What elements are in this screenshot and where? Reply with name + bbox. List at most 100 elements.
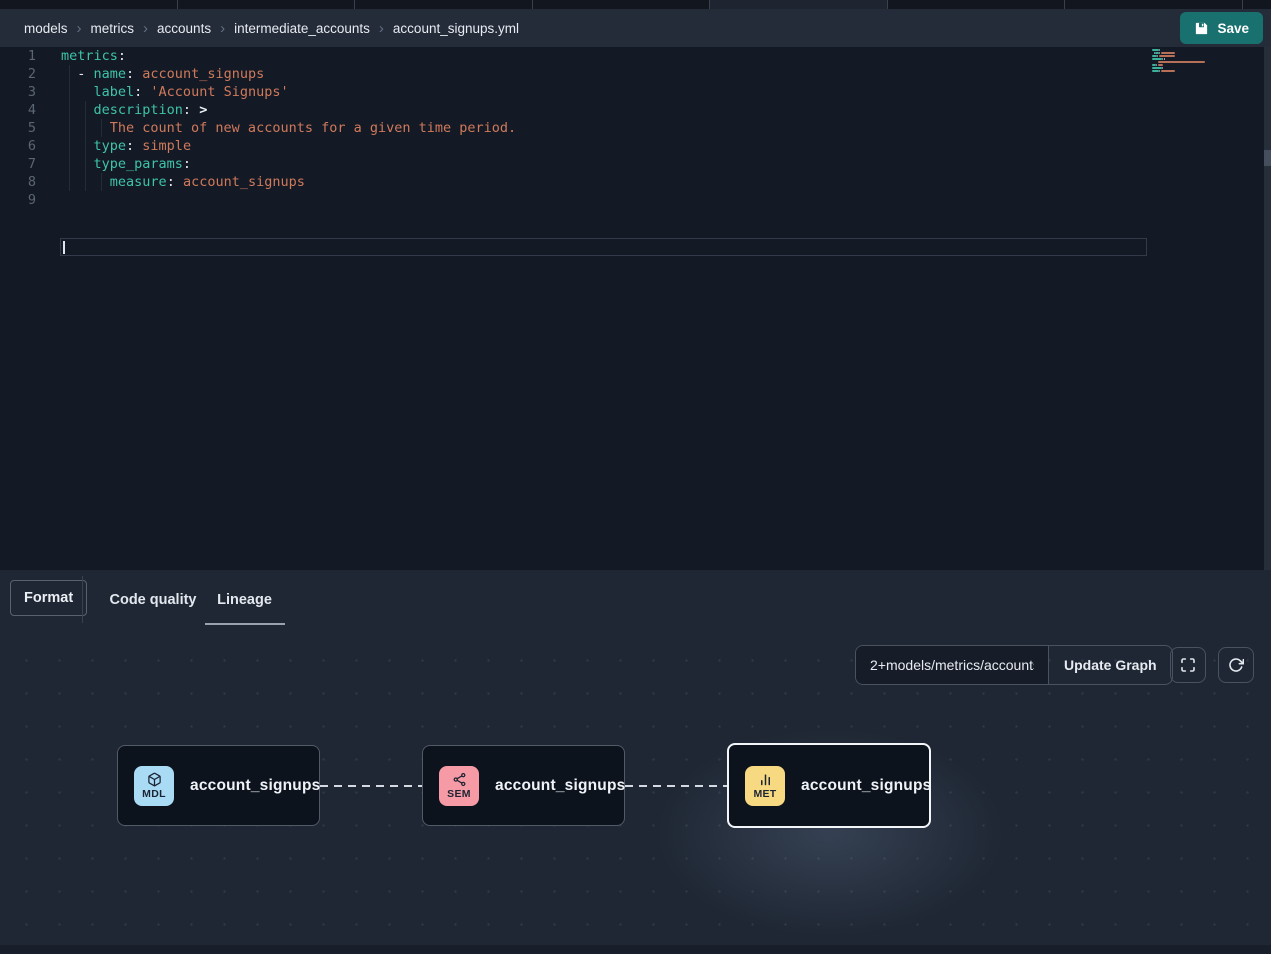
refresh-icon xyxy=(1228,657,1244,673)
code-token: > xyxy=(191,102,207,118)
node-label: account_signups xyxy=(190,777,320,795)
minimap-line xyxy=(1152,64,1214,66)
tab-code-quality[interactable]: Code quality xyxy=(103,570,203,630)
format-button[interactable]: Format xyxy=(10,580,87,616)
file-tab[interactable] xyxy=(1065,0,1243,9)
code-token xyxy=(61,138,94,154)
update-graph-button[interactable]: Update Graph xyxy=(1048,646,1172,684)
breadcrumb: models › metrics › accounts › intermediate_acc… xyxy=(0,21,519,36)
code-token: The count of new accounts for a given ti… xyxy=(61,120,516,136)
minimap[interactable] xyxy=(1152,49,1214,76)
code-editor[interactable]: 1metrics:2 - name: account_signups3 labe… xyxy=(0,47,1271,570)
code-token: label xyxy=(94,84,135,100)
code-line[interactable]: 7 type_params: xyxy=(0,155,1271,173)
minimap-token xyxy=(1152,70,1159,72)
code-line[interactable]: 6 type: simple xyxy=(0,137,1271,155)
line-number: 8 xyxy=(0,173,36,191)
minimap-token xyxy=(1161,52,1175,54)
code-line[interactable]: 9 xyxy=(0,191,1271,209)
file-tab[interactable] xyxy=(533,0,711,9)
chevron-right-icon: › xyxy=(143,21,148,36)
minimap-token xyxy=(1159,70,1160,72)
node-label: account_signups xyxy=(801,777,931,795)
file-tab[interactable] xyxy=(888,0,1066,9)
fullscreen-button[interactable] xyxy=(1170,647,1206,683)
code-lines: 1metrics:2 - name: account_signups3 labe… xyxy=(0,47,1271,209)
code-text: measure: account_signups xyxy=(61,173,305,191)
lineage-node-met[interactable]: MET account_signups xyxy=(727,743,931,828)
code-line[interactable]: 5 The count of new accounts for a given … xyxy=(0,119,1271,137)
cursor-line-highlight xyxy=(60,238,1147,256)
file-tab[interactable] xyxy=(0,0,178,9)
code-token: : xyxy=(126,138,134,154)
code-text: type: simple xyxy=(61,137,191,155)
editor-scrollbar[interactable] xyxy=(1264,47,1271,570)
code-line[interactable]: 4 description: > xyxy=(0,101,1271,119)
code-text: - name: account_signups xyxy=(61,65,264,83)
minimap-token xyxy=(1159,49,1160,51)
minimap-token xyxy=(1162,58,1163,60)
code-token: : xyxy=(126,66,134,82)
code-token: metrics xyxy=(61,48,118,64)
breadcrumb-item[interactable]: account_signups.yml xyxy=(393,21,519,36)
breadcrumb-item[interactable]: metrics xyxy=(91,21,135,36)
node-type-label: SEM xyxy=(447,788,471,800)
line-number: 5 xyxy=(0,119,36,137)
lineage-edge xyxy=(625,785,727,787)
file-tab[interactable] xyxy=(1243,0,1271,9)
lineage-canvas[interactable]: MDL account_signups SEMaccount_signups MET a… xyxy=(0,630,1271,945)
code-token: description xyxy=(94,102,183,118)
code-token: name xyxy=(94,66,127,82)
save-button[interactable]: Save xyxy=(1180,12,1263,44)
breadcrumb-item[interactable]: intermediate_accounts xyxy=(234,21,370,36)
scrollbar-thumb[interactable] xyxy=(1264,150,1271,166)
bar-chart-icon xyxy=(758,772,773,787)
line-number: 4 xyxy=(0,101,36,119)
lineage-edge xyxy=(320,785,422,787)
lineage-node-mdl[interactable]: MDL account_signups xyxy=(117,745,320,826)
minimap-token xyxy=(1152,49,1159,51)
minimap-token xyxy=(1159,52,1160,54)
refresh-button[interactable] xyxy=(1218,647,1254,683)
lineage-selector-input[interactable] xyxy=(856,646,1048,684)
breadcrumb-item[interactable]: models xyxy=(24,21,68,36)
chevron-right-icon: › xyxy=(379,21,384,36)
code-token: : xyxy=(183,102,191,118)
node-type-badge: SEM xyxy=(439,766,479,806)
breadcrumb-item[interactable]: accounts xyxy=(157,21,211,36)
code-token xyxy=(61,102,94,118)
code-token: : xyxy=(183,156,191,172)
code-line[interactable]: 3 label: 'Account Signups' xyxy=(0,83,1271,101)
code-line[interactable]: 8 measure: account_signups xyxy=(0,173,1271,191)
code-token: account_signups xyxy=(175,174,305,190)
node-type-badge: MET xyxy=(745,766,785,806)
lineage-node-sem[interactable]: SEMaccount_signups xyxy=(422,745,625,826)
panel-header: Format Code quality Lineage xyxy=(0,570,1271,630)
file-tab[interactable] xyxy=(178,0,356,9)
minimap-line xyxy=(1152,70,1214,72)
line-number: 1 xyxy=(0,47,36,65)
minimap-token xyxy=(1157,55,1158,57)
code-token: - xyxy=(61,66,94,82)
indent-guide xyxy=(69,65,70,191)
node-type-label: MDL xyxy=(142,788,166,800)
minimap-token xyxy=(1161,70,1175,72)
code-text: description: > xyxy=(61,101,207,119)
file-tab[interactable] xyxy=(355,0,533,9)
tab-lineage[interactable]: Lineage xyxy=(202,570,287,630)
code-line[interactable]: 2 - name: account_signups xyxy=(0,65,1271,83)
minimap-line xyxy=(1152,61,1214,63)
minimap-line xyxy=(1152,58,1214,60)
minimap-token xyxy=(1158,61,1206,63)
minimap-token xyxy=(1164,58,1165,60)
node-type-badge: MDL xyxy=(134,766,174,806)
chevron-right-icon: › xyxy=(77,21,82,36)
minimap-token xyxy=(1158,64,1164,66)
minimap-token xyxy=(1162,67,1163,69)
breadcrumb-bar: models › metrics › accounts › intermediate_acc… xyxy=(0,9,1271,47)
code-line[interactable]: 1metrics: xyxy=(0,47,1271,65)
file-tab[interactable] xyxy=(710,0,888,9)
code-token: type_params xyxy=(94,156,183,172)
text-cursor xyxy=(63,241,65,254)
minimap-line xyxy=(1152,73,1214,75)
